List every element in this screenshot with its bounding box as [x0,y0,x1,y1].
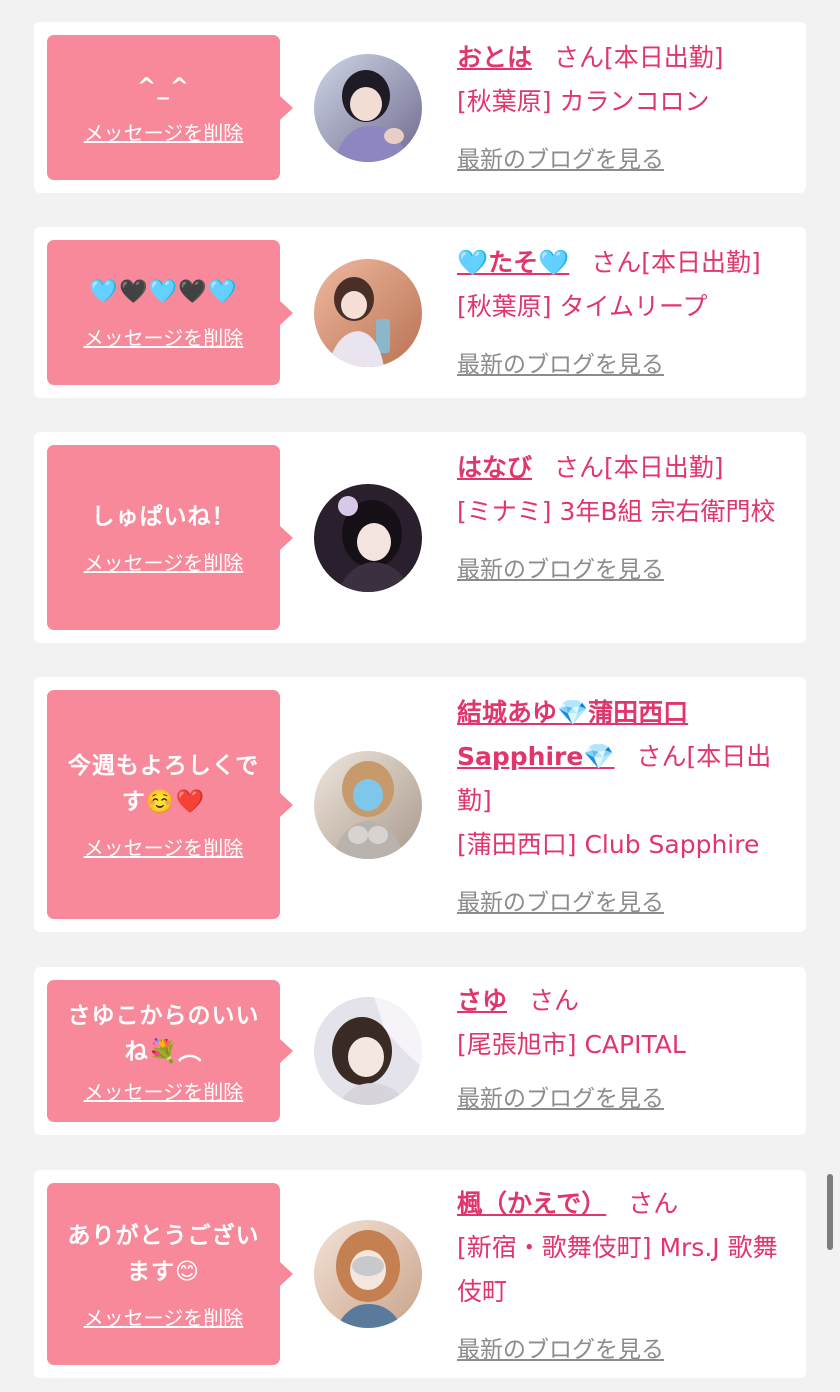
profile-info: はなび さん[本日出勤] [ミナミ] 3年B組 宗右衛門校 最新のブログを見る [457,446,797,592]
profile-name-link[interactable]: 🩵たそ🩵 [457,248,569,277]
message-text: 今週もよろしくです☺️❤️ [67,753,260,815]
delete-message-link[interactable]: メッセージを削除 [84,1302,244,1331]
profile-name-link[interactable]: おとは [457,43,532,72]
delete-message-link[interactable]: メッセージを削除 [84,832,244,861]
profile-name-link[interactable]: さゆ [457,986,507,1015]
message-card: 🩵🖤🩵🖤🩵 メッセージを削除 🩵たそ🩵 さん[本日出勤] [秋葉原] タイムリープ… [34,227,806,398]
message-bubble: しゅぱいね！ メッセージを削除 [47,445,293,630]
delete-message-link[interactable]: メッセージを削除 [84,117,244,146]
avatar[interactable] [314,1220,422,1328]
san-suffix: さん [554,453,605,482]
area-shop: [新宿・歌舞伎町] Mrs.J 歌舞伎町 [457,1233,778,1306]
delete-message-link[interactable]: メッセージを削除 [84,1076,244,1105]
message-text: しゅぱいね！ [91,504,236,530]
profile-name-link[interactable]: はなび [457,453,532,482]
avatar[interactable] [314,751,422,859]
profile-info: さゆ さん [尾張旭市] CAPITAL 最新のブログを見る [457,979,797,1121]
message-card: 今週もよろしくです☺️❤️ メッセージを削除 結城あゆ💎蒲田西口Sapphire… [34,677,806,932]
san-suffix: さん [636,742,687,771]
message-bubble: さゆこからのいいね💐︵ メッセージを削除 [47,980,293,1122]
message-bubble: ありがとうございます😊 メッセージを削除 [47,1183,293,1365]
profile-name-link[interactable]: 楓（かえで） [457,1189,606,1218]
message-card: ありがとうございます😊 メッセージを削除 楓（かえで） さん [新宿・歌舞伎町] … [34,1170,806,1378]
message-bubble: 🩵🖤🩵🖤🩵 メッセージを削除 [47,240,293,385]
area-shop: [秋葉原] タイムリープ [457,292,708,321]
message-bubble: 今週もよろしくです☺️❤️ メッセージを削除 [47,690,293,919]
message-card: ^_^ メッセージを削除 おとは さん[本日出勤] [秋葉原] カランコロン 最新… [34,22,806,193]
message-card: しゅぱいね！ メッセージを削除 はなび さん[本日出勤] [ミナミ] 3年B組 宗… [34,432,806,643]
delete-message-link[interactable]: メッセージを削除 [84,547,244,576]
area-shop: [蒲田西口] Club Sapphire [457,830,760,859]
work-status: [本日出勤] [604,453,724,482]
latest-blog-link[interactable]: 最新のブログを見る [457,1077,664,1121]
avatar[interactable] [314,54,422,162]
area-shop: [尾張旭市] CAPITAL [457,1030,686,1059]
san-suffix: さん [628,1189,679,1218]
message-text: さゆこからのいいね💐︵ [67,1002,260,1065]
area-shop: [ミナミ] 3年B組 宗右衛門校 [457,497,776,526]
work-status: [本日出勤] [604,43,724,72]
scrollbar[interactable] [827,1174,833,1250]
message-text: ありがとうございます😊 [67,1222,260,1285]
latest-blog-link[interactable]: 最新のブログを見る [457,138,664,182]
latest-blog-link[interactable]: 最新のブログを見る [457,548,664,592]
profile-info: 🩵たそ🩵 さん[本日出勤] [秋葉原] タイムリープ 最新のブログを見る [457,241,797,387]
profile-info: おとは さん[本日出勤] [秋葉原] カランコロン 最新のブログを見る [457,36,797,182]
avatar[interactable] [314,997,422,1105]
message-text: 🩵🖤🩵🖤🩵 [89,279,238,305]
profile-info: 楓（かえで） さん [新宿・歌舞伎町] Mrs.J 歌舞伎町 最新のブログを見る [457,1182,797,1372]
message-text: ^_^ [136,74,191,100]
latest-blog-link[interactable]: 最新のブログを見る [457,343,664,387]
san-suffix: さん [554,43,605,72]
latest-blog-link[interactable]: 最新のブログを見る [457,881,664,925]
message-list: ^_^ メッセージを削除 おとは さん[本日出勤] [秋葉原] カランコロン 最新… [0,0,840,1392]
area-shop: [秋葉原] カランコロン [457,87,710,116]
latest-blog-link[interactable]: 最新のブログを見る [457,1328,664,1372]
work-status: [本日出勤] [641,248,761,277]
delete-message-link[interactable]: メッセージを削除 [84,322,244,351]
profile-info: 結城あゆ💎蒲田西口Sapphire💎 さん[本日出勤] [蒲田西口] Club S… [457,691,797,925]
message-bubble: ^_^ メッセージを削除 [47,35,293,180]
avatar[interactable] [314,259,422,367]
san-suffix: さん [529,986,580,1015]
san-suffix: さん [591,248,642,277]
avatar[interactable] [314,484,422,592]
message-card: さゆこからのいいね💐︵ メッセージを削除 さゆ さん [尾張旭市] CAPITAL… [34,967,806,1135]
